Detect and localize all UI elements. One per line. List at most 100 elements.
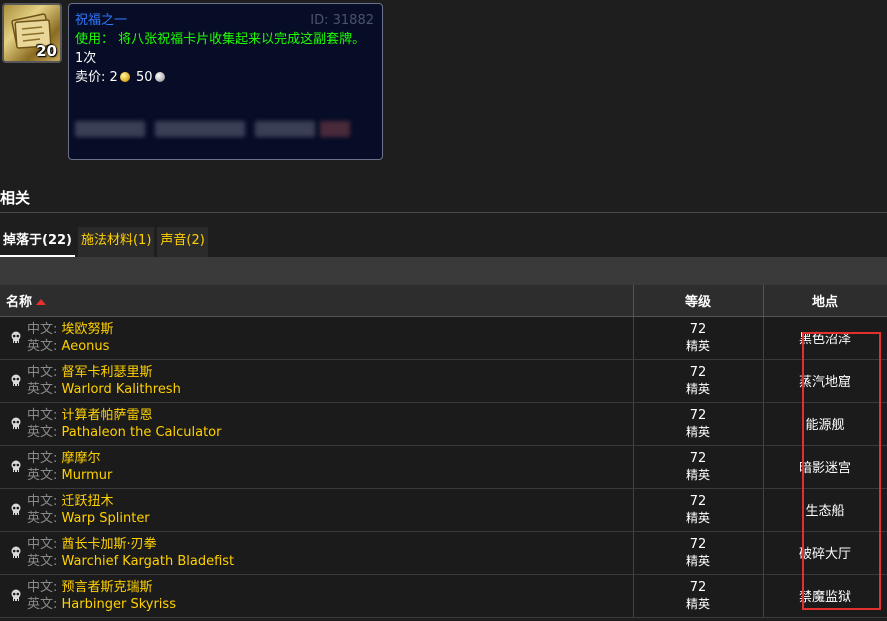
- sell-gold-value: 2: [109, 70, 118, 85]
- cn-label: 中文:: [27, 450, 58, 466]
- cn-label: 中文:: [27, 407, 58, 423]
- location-cell: 禁魔监狱: [763, 574, 887, 618]
- level-cell: 72 精英: [633, 445, 764, 489]
- gold-coin-icon: [119, 72, 130, 82]
- cn-label: 中文:: [27, 321, 58, 337]
- skull-icon: [10, 460, 22, 474]
- table-row[interactable]: 中文: 计算者帕萨雷恩 英文: Pathaleon the Calculator 7…: [0, 402, 887, 446]
- skull-icon: [10, 417, 22, 431]
- name-cell: 中文: 督军卡利瑟里斯 英文: Warlord Kalithresh: [0, 359, 634, 403]
- npc-name-en[interactable]: Harbinger Skyriss: [62, 597, 176, 612]
- table-row[interactable]: 中文: 督军卡利瑟里斯 英文: Warlord Kalithresh 72 精英 蒸汽地…: [0, 359, 887, 403]
- stack-count: 20: [36, 42, 57, 60]
- table-row[interactable]: 中文: 预言者斯克瑞斯 英文: Harbinger Skyriss 72 精英 禁魔监狱: [0, 574, 887, 618]
- cn-label: 中文:: [27, 493, 58, 509]
- npc-name-en[interactable]: Warlord Kalithresh: [62, 382, 181, 397]
- npc-name-cn[interactable]: 摩摩尔: [62, 451, 101, 466]
- redacted-area: [75, 118, 375, 140]
- sort-ascending-icon: [36, 298, 47, 305]
- npc-name-en[interactable]: Warp Splinter: [62, 511, 150, 526]
- npc-location[interactable]: 禁魔监狱: [799, 590, 851, 605]
- npc-name-cn[interactable]: 酋长卡加斯·刃拳: [62, 537, 157, 552]
- npc-name-en[interactable]: Warchief Kargath Bladefist: [62, 554, 235, 569]
- npc-name-en[interactable]: Murmur: [62, 468, 113, 483]
- npc-location[interactable]: 生态船: [805, 504, 844, 519]
- section-divider: [0, 212, 887, 213]
- npc-names: 中文: 预言者斯克瑞斯 英文: Harbinger Skyriss: [27, 579, 633, 613]
- level-cell: 72 精英: [633, 402, 764, 446]
- tab-content-bar: [0, 257, 887, 285]
- npc-classification: 精英: [685, 596, 710, 611]
- npc-name-en[interactable]: Pathaleon the Calculator: [62, 425, 222, 440]
- en-label: 英文:: [27, 596, 58, 612]
- table-row[interactable]: 中文: 迁跃扭木 英文: Warp Splinter 72 精英 生态船: [0, 488, 887, 532]
- npc-location[interactable]: 蒸汽地窟: [799, 375, 851, 390]
- silver-coin-icon: [154, 72, 165, 82]
- skull-icon: [10, 374, 22, 388]
- location-cell: 破碎大厅: [763, 531, 887, 575]
- name-cell: 中文: 预言者斯克瑞斯 英文: Harbinger Skyriss: [0, 574, 634, 618]
- location-cell: 蒸汽地窟: [763, 359, 887, 403]
- npc-name-cn[interactable]: 迁跃扭木: [62, 494, 114, 509]
- table-row[interactable]: 中文: 酋长卡加斯·刃拳 英文: Warchief Kargath Bladefi…: [0, 531, 887, 575]
- table-row[interactable]: 中文: 埃欧努斯 英文: Aeonus 72 精英 黑色沼泽: [0, 316, 887, 360]
- item-sell-price: 卖价: 2 50: [75, 68, 376, 87]
- cn-label: 中文:: [27, 364, 58, 380]
- npc-location[interactable]: 破碎大厅: [799, 547, 851, 562]
- column-header-location[interactable]: 地点: [763, 285, 887, 317]
- sell-silver-value: 50: [135, 70, 153, 85]
- related-tabs: 掉落于(22) 施法材料(1) 声音(2): [0, 227, 208, 257]
- tab-sounds[interactable]: 声音(2): [157, 227, 208, 257]
- item-tooltip: 祝福之一 ID: 31882 使用： 将八张祝福卡片收集起来以完成这副套牌。 1…: [68, 3, 383, 160]
- npc-location[interactable]: 暗影迷宫: [799, 461, 851, 476]
- npc-names: 中文: 埃欧努斯 英文: Aeonus: [27, 321, 633, 355]
- npc-names: 中文: 督军卡利瑟里斯 英文: Warlord Kalithresh: [27, 364, 633, 398]
- table-row[interactable]: 中文: 摩摩尔 英文: Murmur 72 精英 暗影迷宫: [0, 445, 887, 489]
- npc-classification: 精英: [685, 553, 710, 568]
- item-use-text: 使用： 将八张祝福卡片收集起来以完成这副套牌。: [75, 32, 366, 47]
- related-heading: 相关: [0, 189, 31, 207]
- npc-classification: 精英: [685, 381, 710, 396]
- level-cell: 72 精英: [633, 531, 764, 575]
- name-cell: 中文: 酋长卡加斯·刃拳 英文: Warchief Kargath Bladefi…: [0, 531, 634, 575]
- skull-icon: [10, 589, 22, 603]
- name-cell: 中文: 摩摩尔 英文: Murmur: [0, 445, 634, 489]
- npc-names: 中文: 酋长卡加斯·刃拳 英文: Warchief Kargath Bladefi…: [27, 536, 633, 570]
- item-icon[interactable]: 20: [2, 3, 62, 63]
- level-cell: 72 精英: [633, 488, 764, 532]
- location-cell: 能源舰: [763, 402, 887, 446]
- item-charges: 1次: [75, 51, 97, 66]
- npc-names: 中文: 计算者帕萨雷恩 英文: Pathaleon the Calculator: [27, 407, 633, 441]
- level-cell: 72 精英: [633, 316, 764, 360]
- en-label: 英文:: [27, 381, 58, 397]
- location-cell: 暗影迷宫: [763, 445, 887, 489]
- skull-icon: [10, 331, 22, 345]
- npc-level: 72: [689, 536, 707, 552]
- cn-label: 中文:: [27, 579, 58, 595]
- npc-level: 72: [689, 321, 707, 337]
- en-label: 英文:: [27, 553, 58, 569]
- npc-location[interactable]: 黑色沼泽: [799, 332, 851, 347]
- tab-reagent-for[interactable]: 施法材料(1): [77, 227, 155, 257]
- tab-dropped-by[interactable]: 掉落于(22): [0, 227, 75, 257]
- en-label: 英文:: [27, 510, 58, 526]
- en-label: 英文:: [27, 338, 58, 354]
- column-header-level[interactable]: 等级: [633, 285, 764, 317]
- name-cell: 中文: 计算者帕萨雷恩 英文: Pathaleon the Calculator: [0, 402, 634, 446]
- npc-classification: 精英: [685, 467, 710, 482]
- npc-name-cn[interactable]: 计算者帕萨雷恩: [62, 408, 153, 423]
- npc-name-cn[interactable]: 督军卡利瑟里斯: [62, 365, 153, 380]
- npc-location[interactable]: 能源舰: [805, 418, 844, 433]
- npc-classification: 精英: [685, 424, 710, 439]
- npc-name-cn[interactable]: 埃欧努斯: [62, 322, 114, 337]
- sell-price-label: 卖价:: [75, 70, 106, 85]
- location-cell: 黑色沼泽: [763, 316, 887, 360]
- level-cell: 72 精英: [633, 359, 764, 403]
- en-label: 英文:: [27, 424, 58, 440]
- column-header-name[interactable]: 名称: [0, 285, 634, 317]
- drop-source-table: 名称 等级 地点 中文: 埃欧努斯 英文: Aeonus 72 精英 黑色沼泽 中文: 督…: [0, 285, 887, 618]
- npc-name-en[interactable]: Aeonus: [62, 339, 110, 354]
- npc-name-cn[interactable]: 预言者斯克瑞斯: [62, 580, 153, 595]
- npc-level: 72: [689, 364, 707, 380]
- en-label: 英文:: [27, 467, 58, 483]
